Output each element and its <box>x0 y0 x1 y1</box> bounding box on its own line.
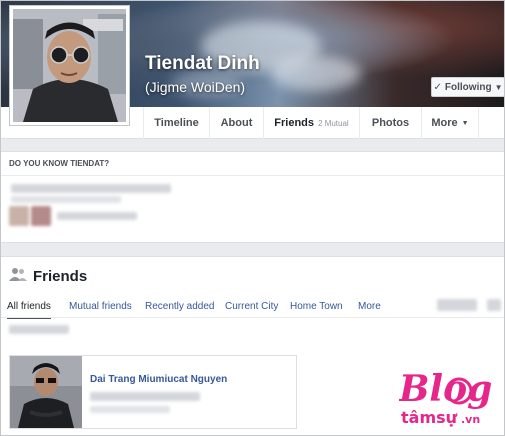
watermark-domain: .vn <box>461 413 480 426</box>
blurred-avatar <box>31 206 51 226</box>
tab-photos[interactable]: Photos <box>359 107 421 139</box>
tab-more[interactable]: More ▼ <box>421 107 479 139</box>
tab-about[interactable]: About <box>209 107 263 139</box>
blurred-text <box>90 392 200 401</box>
blurred-text <box>57 212 137 220</box>
tab-all-friends[interactable]: All friends <box>7 295 51 319</box>
profile-photo-image <box>13 9 126 122</box>
watermark-line1: Blog <box>399 368 492 410</box>
friends-tabs: All friends Mutual friends Recently adde… <box>1 295 504 319</box>
profile-name[interactable]: Tiendat Dinh <box>145 53 260 75</box>
tab-more-friends[interactable]: More <box>358 295 381 317</box>
blurred-button <box>487 299 501 311</box>
following-label: Following <box>444 81 492 93</box>
following-button[interactable]: ✓ Following ▼ <box>431 77 504 97</box>
friend-photo[interactable] <box>10 356 82 428</box>
mutual-count: 2 Mutual <box>318 118 349 128</box>
tab-home-town[interactable]: Home Town <box>290 295 343 317</box>
tab-mutual-friends[interactable]: Mutual friends <box>69 295 132 317</box>
profile-alternate-name: (Jigme WoiDen) <box>145 79 246 95</box>
do-you-know-card: DO YOU KNOW TIENDAT? <box>1 151 504 243</box>
blurred-avatar <box>9 206 29 226</box>
friends-heading: Friends <box>9 267 87 285</box>
friend-name-link[interactable]: Dai Trang Miumiucat Nguyen <box>90 374 227 385</box>
caret-down-icon: ▼ <box>461 119 469 127</box>
caret-down-icon: ▼ <box>494 82 503 92</box>
blog-watermark-logo: Blog tâmsự .vn <box>398 367 503 433</box>
blurred-search <box>437 299 477 311</box>
tab-current-city[interactable]: Current City <box>225 295 278 317</box>
tab-friends[interactable]: Friends 2 Mutual <box>263 107 359 139</box>
friend-card[interactable]: Dai Trang Miumiucat Nguyen <box>9 355 297 429</box>
friends-title-text: Friends <box>33 267 88 285</box>
blurred-text <box>9 325 69 334</box>
tabs-divider <box>1 317 504 318</box>
check-icon: ✓ <box>433 81 442 93</box>
blurred-text <box>11 184 171 193</box>
blurred-text <box>11 196 121 203</box>
tab-timeline[interactable]: Timeline <box>143 107 209 139</box>
do-you-know-title: DO YOU KNOW TIENDAT? <box>1 152 504 176</box>
watermark-line2: tâmsự <box>401 408 458 427</box>
tab-recently-added[interactable]: Recently added <box>145 295 215 317</box>
friends-icon <box>9 267 27 285</box>
blurred-text <box>90 406 170 413</box>
profile-picture[interactable] <box>9 5 130 126</box>
profile-page: Tiendat Dinh (Jigme WoiDen) ✓ Following … <box>0 0 505 436</box>
